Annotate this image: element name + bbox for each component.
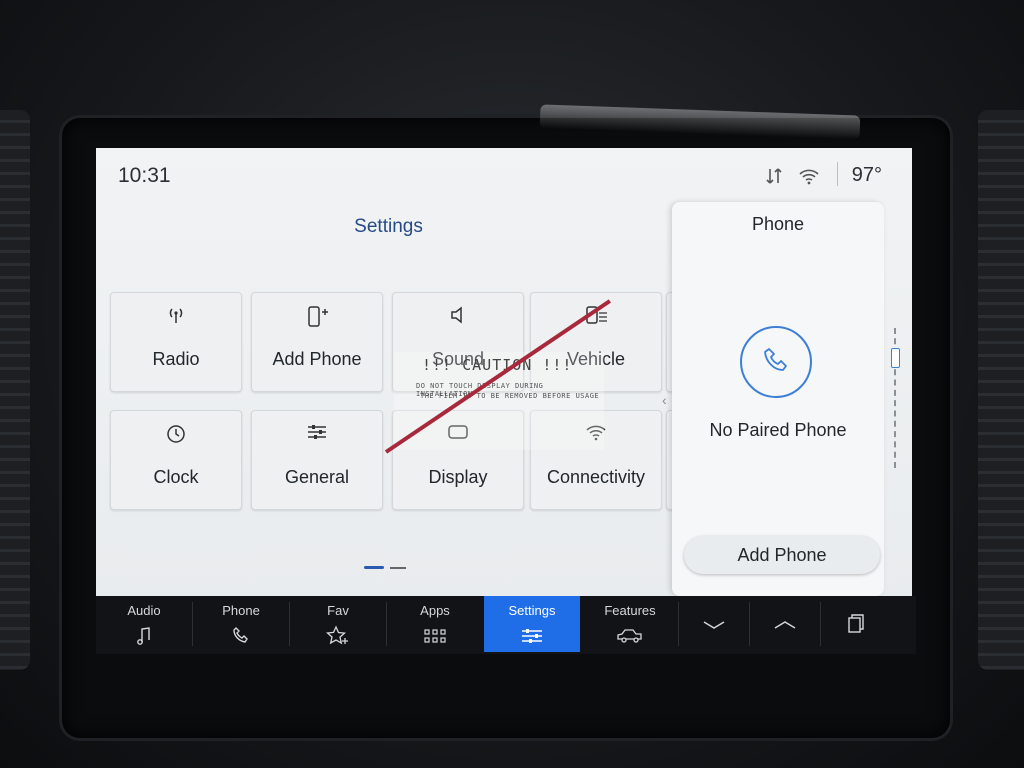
outside-temperature: 97° [851,164,882,186]
data-transfer-icon [764,166,784,186]
page-dot-active [364,566,384,569]
nav-label: Fav [327,603,349,618]
speaker-icon [393,305,523,329]
nav-label: Audio [127,603,161,618]
tile-label: Radio [152,349,200,369]
star-plus-icon [326,625,350,647]
connectivity-tile[interactable]: Connectivity [530,410,662,510]
nav-audio[interactable]: Audio [96,596,192,652]
left-air-vent [0,110,30,670]
chevron-down-icon [702,614,726,636]
sliders-icon [520,625,544,647]
stacked-windows-icon [846,612,866,634]
right-air-vent [978,110,1024,670]
tile-label: Sound [431,349,485,369]
phone-panel-title: Phone [751,214,805,234]
chevron-up-icon [773,614,797,636]
add-phone-tile[interactable]: Add Phone [251,292,383,392]
nav-multitask-button[interactable] [821,596,891,652]
nav-phone[interactable]: Phone [193,596,289,652]
infotainment-screen: 10:31 97° Settings Radio Add Phone Sound… [96,148,912,596]
tile-label: Add Phone [272,349,362,369]
scroll-thumb[interactable] [891,348,900,368]
general-tile[interactable]: General [251,410,383,510]
nav-label: Phone [222,603,260,618]
tile-label: General [284,467,350,487]
radio-tile[interactable]: Radio [110,292,242,392]
status-bar: 10:31 97° [96,148,912,202]
caution-line-2: THE FILM IS TO BE REMOVED BEFORE USAGE [420,392,600,400]
nav-label: Features [604,603,656,618]
settings-title: Settings [354,216,423,237]
tile-label: Display [428,467,488,487]
music-note-icon [136,625,152,647]
tile-label: Connectivity [546,467,646,487]
clock-tile[interactable]: Clock [110,410,242,510]
apps-grid-icon [423,625,447,647]
page-indicator [364,566,406,569]
tile-label: Clock [153,467,199,487]
bottom-nav-bar: Audio Phone Fav Apps Settings Features [96,596,916,654]
nav-fav[interactable]: Fav [290,596,386,652]
add-phone-button[interactable]: Add Phone [684,536,880,574]
panel-handle-chevron[interactable]: ‹ [662,392,667,408]
sliders-icon [252,423,382,447]
phone-icon [231,625,251,647]
nav-settings[interactable]: Settings [484,596,580,652]
page-dot [390,567,406,569]
nav-apps[interactable]: Apps [387,596,483,652]
phone-icon [760,344,792,381]
nav-expand-button[interactable] [750,596,820,652]
phone-call-button[interactable] [740,326,812,398]
tile-label: Vehicle [566,349,626,369]
status-divider [837,162,838,186]
no-paired-phone-text: No Paired Phone [709,420,847,440]
wifi-icon [531,423,661,447]
wifi-hotspot-icon [798,167,820,185]
nav-collapse-button[interactable] [679,596,749,652]
status-icons [764,166,820,186]
clock-icon [111,423,241,447]
phone-add-icon [252,305,382,329]
display-tile[interactable]: Display [392,410,524,510]
phone-panel: Phone No Paired Phone Add Phone [672,202,884,596]
nav-features[interactable]: Features [582,596,678,652]
truck-icon [616,625,644,647]
antenna-icon [111,305,241,329]
status-time: 10:31 [118,164,171,187]
nav-label: Apps [420,603,450,618]
nav-label: Settings [508,603,556,618]
sound-tile[interactable]: Sound [392,292,524,392]
